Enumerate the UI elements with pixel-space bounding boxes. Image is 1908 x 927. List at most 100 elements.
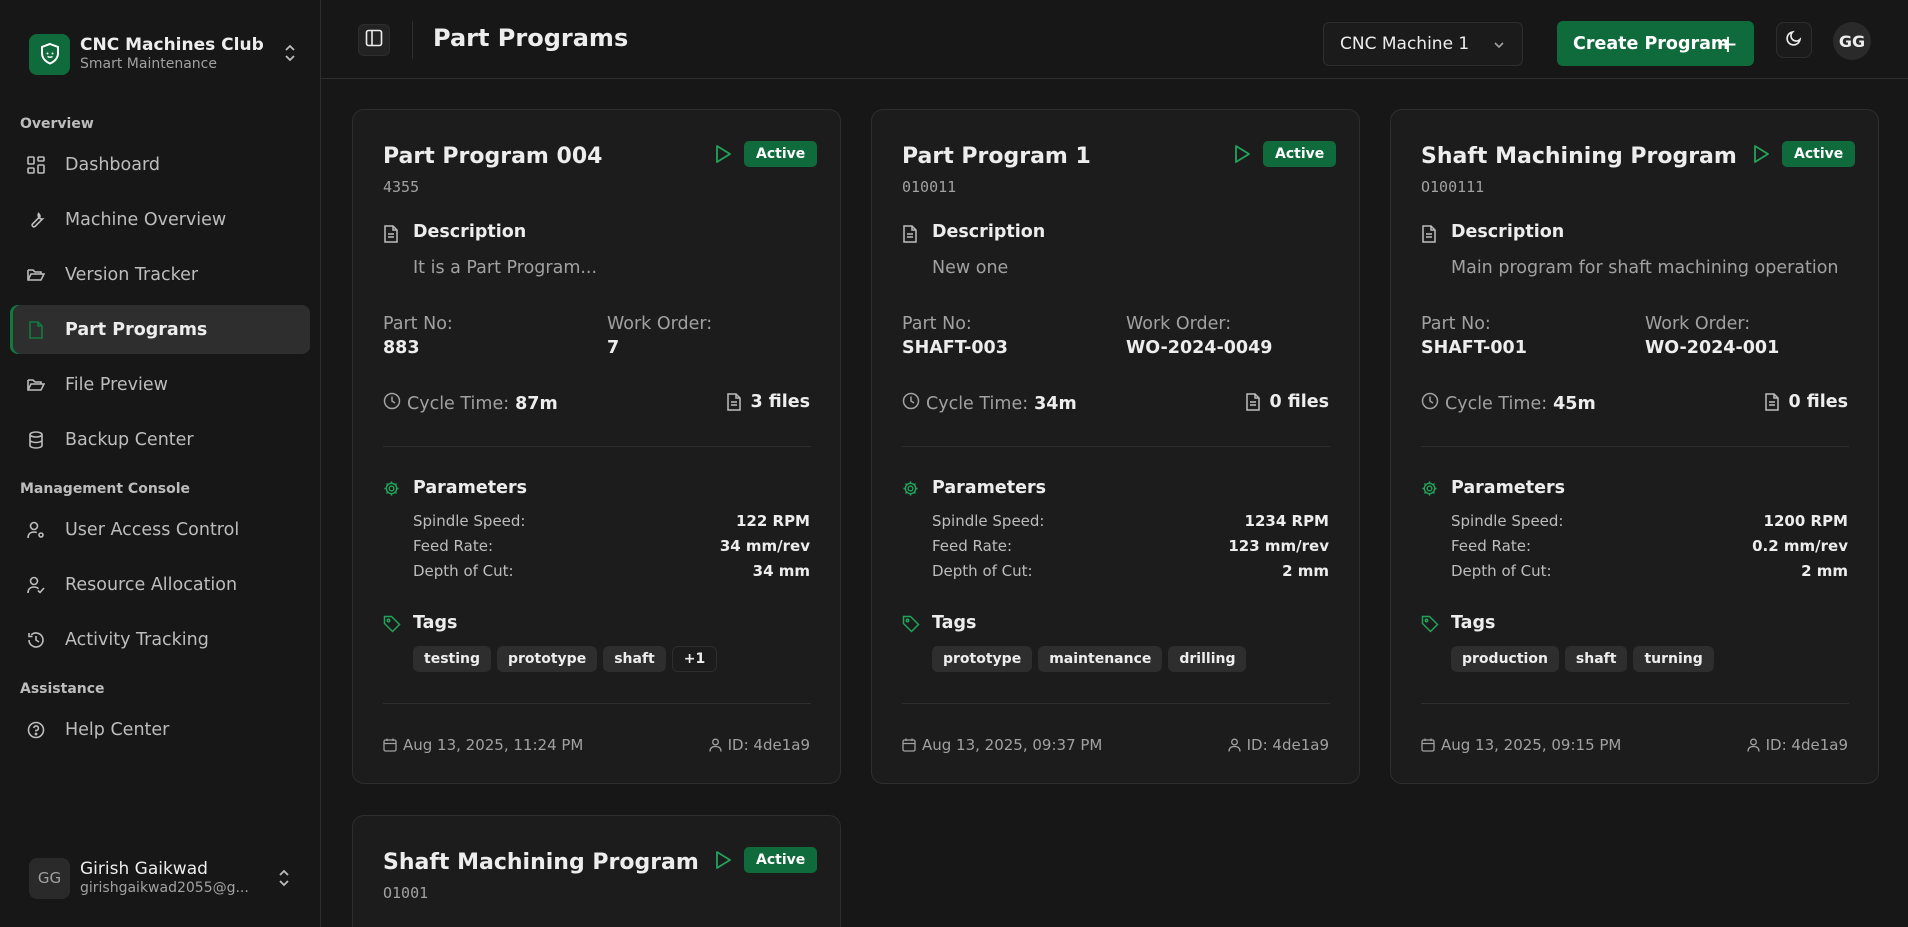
program-title: Part Program 1 xyxy=(902,144,1091,169)
program-card[interactable]: Shaft Machining Program O100111 Active D… xyxy=(1390,109,1879,784)
program-card[interactable]: Part Program 1 010011 Active Description… xyxy=(871,109,1360,784)
shield-logo-icon xyxy=(29,33,70,75)
machine-select[interactable]: CNC Machine 1 xyxy=(1323,22,1523,66)
program-id-value: ID: 4de1a9 xyxy=(1765,736,1848,754)
tag-icon xyxy=(902,615,920,633)
feed-rate-label: Feed Rate: xyxy=(932,537,1013,555)
feed-rate-value: 34 mm/rev xyxy=(719,537,810,555)
plus-icon: + xyxy=(1717,30,1738,58)
tag-icon xyxy=(383,615,401,633)
sidebar-item-version-tracker[interactable]: Version Tracker xyxy=(10,250,310,299)
sidebar-item-machine-overview[interactable]: Machine Overview xyxy=(10,195,310,244)
play-icon[interactable] xyxy=(1752,144,1770,168)
program-code: O100111 xyxy=(1421,178,1485,196)
create-program-button[interactable]: Create Program + xyxy=(1557,21,1754,66)
calendar-icon xyxy=(383,738,397,752)
depth-of-cut-label: Depth of Cut: xyxy=(1451,562,1552,580)
play-icon[interactable] xyxy=(714,144,732,168)
file-text-icon xyxy=(1246,393,1261,411)
spindle-speed-label: Spindle Speed: xyxy=(413,512,526,530)
section-label-overview: Overview xyxy=(20,116,94,132)
tag: shaft xyxy=(1564,646,1628,672)
spindle-speed-value: 1234 RPM xyxy=(1244,512,1329,530)
work-order-label: Work Order: xyxy=(607,314,713,334)
user-menu[interactable]: GG Girish Gaikwad girishgaikwad2055@g... xyxy=(29,856,291,900)
part-no-value: SHAFT-001 xyxy=(1421,338,1527,358)
parameters-heading: Parameters xyxy=(413,478,527,498)
depth-of-cut-value: 2 mm xyxy=(1282,562,1329,580)
calendar-icon xyxy=(902,738,916,752)
sidebar-item-help-center[interactable]: Help Center xyxy=(10,705,310,754)
sidebar-item-label: Machine Overview xyxy=(65,209,227,230)
program-card[interactable]: Shaft Machining Program O1001 Active xyxy=(352,815,841,927)
feed-rate-label: Feed Rate: xyxy=(1451,537,1532,555)
sidebar-toggle-button[interactable] xyxy=(358,24,390,56)
program-id: ID: 4de1a9 xyxy=(1227,736,1329,754)
depth-of-cut-label: Depth of Cut: xyxy=(932,562,1033,580)
tags-heading: Tags xyxy=(413,613,458,633)
tag: prototype xyxy=(932,646,1033,672)
files-count-value: 0 files xyxy=(1269,392,1329,412)
part-no-label: Part No: xyxy=(1421,314,1491,334)
folder-open-icon xyxy=(26,265,46,285)
created-date: Aug 13, 2025, 09:15 PM xyxy=(1421,736,1621,754)
description-heading: Description xyxy=(413,222,527,242)
depth-of-cut-value: 34 mm xyxy=(752,562,810,580)
cycle-time: Cycle Time: 45m xyxy=(1421,392,1596,415)
divider xyxy=(1421,446,1849,447)
program-id: ID: 4de1a9 xyxy=(1746,736,1848,754)
sidebar-item-user-access-control[interactable]: User Access Control xyxy=(10,505,310,554)
cycle-time-value: 34m xyxy=(1034,393,1077,414)
brand-switcher[interactable]: CNC Machines Club Smart Maintenance xyxy=(29,33,297,75)
user-cog-icon xyxy=(26,520,46,540)
feed-rate-value: 123 mm/rev xyxy=(1228,537,1329,555)
sidebar-item-part-programs[interactable]: Part Programs xyxy=(10,305,310,354)
description-text: Main program for shaft machining operati… xyxy=(1451,258,1839,278)
sidebar-item-dashboard[interactable]: Dashboard xyxy=(10,140,310,189)
cycle-time-value: 87m xyxy=(515,393,558,414)
sidebar-item-file-preview[interactable]: File Preview xyxy=(10,360,310,409)
sidebar-item-label: Part Programs xyxy=(65,319,208,340)
sidebar-item-activity-tracking[interactable]: Activity Tracking xyxy=(10,615,310,664)
cycle-time: Cycle Time: 87m xyxy=(383,392,558,415)
calendar-icon xyxy=(1421,738,1435,752)
play-icon[interactable] xyxy=(1233,144,1251,168)
tag-list: production shaft turning xyxy=(1451,646,1714,672)
program-title: Shaft Machining Program xyxy=(1421,144,1737,169)
program-id-value: ID: 4de1a9 xyxy=(727,736,810,754)
program-id-value: ID: 4de1a9 xyxy=(1246,736,1329,754)
feed-rate-label: Feed Rate: xyxy=(413,537,494,555)
tag: prototype xyxy=(497,646,598,672)
brand-title: CNC Machines Club xyxy=(80,35,264,55)
status-badge: Active xyxy=(1782,141,1856,167)
divider xyxy=(902,703,1330,704)
sidebar-item-backup-center[interactable]: Backup Center xyxy=(10,415,310,464)
part-no-label: Part No: xyxy=(902,314,972,334)
divider xyxy=(1421,703,1849,704)
theme-toggle-button[interactable] xyxy=(1776,22,1812,58)
program-card[interactable]: Part Program 004 4355 Active Description… xyxy=(352,109,841,784)
created-date: Aug 13, 2025, 09:37 PM xyxy=(902,736,1102,754)
depth-of-cut-value: 2 mm xyxy=(1801,562,1848,580)
avatar[interactable]: GG xyxy=(1833,22,1871,60)
gear-icon xyxy=(902,480,918,496)
parameters-heading: Parameters xyxy=(1451,478,1565,498)
part-no-value: SHAFT-003 xyxy=(902,338,1008,358)
files-count: 0 files xyxy=(1245,392,1329,412)
depth-of-cut-label: Depth of Cut: xyxy=(413,562,514,580)
sidebar-item-label: Dashboard xyxy=(65,154,160,175)
status-badge: Active xyxy=(744,847,818,873)
sidebar-item-label: Activity Tracking xyxy=(65,629,209,650)
create-program-label: Create Program xyxy=(1573,33,1730,54)
wrench-icon xyxy=(26,210,46,230)
tag: drilling xyxy=(1168,646,1247,672)
moon-icon xyxy=(1785,29,1803,51)
tag-list: testing prototype shaft +1 xyxy=(413,646,718,672)
sidebar-item-resource-allocation[interactable]: Resource Allocation xyxy=(10,560,310,609)
more-tags-badge[interactable]: +1 xyxy=(671,646,718,672)
grid-icon xyxy=(26,155,46,175)
file-text-icon xyxy=(727,393,742,411)
play-icon[interactable] xyxy=(714,850,732,874)
status-badge: Active xyxy=(744,141,818,167)
section-label-management: Management Console xyxy=(20,481,191,497)
